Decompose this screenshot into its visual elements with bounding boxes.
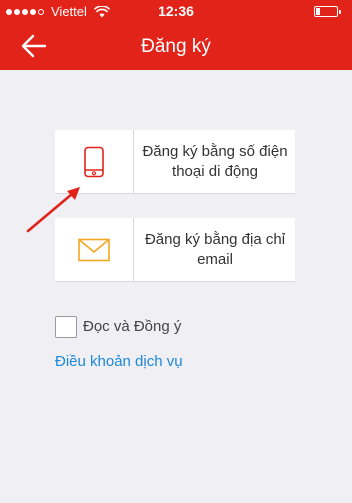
- status-bar: Viettel 12:36: [0, 0, 352, 22]
- envelope-icon: [78, 238, 110, 262]
- terms-of-service-link[interactable]: Điều khoản dịch vụ: [55, 353, 183, 370]
- register-by-phone-label: Đăng ký bằng số điện thoại di động: [142, 143, 288, 180]
- email-icon-cell: [55, 218, 134, 282]
- nav-bar: Đăng ký: [0, 22, 352, 70]
- agree-label: Đọc và Đồng ý: [83, 318, 182, 335]
- register-by-email-label: Đăng ký bằng địa chỉ email: [144, 231, 286, 268]
- status-time: 12:36: [158, 3, 194, 19]
- battery-icon: [314, 6, 341, 17]
- mobile-phone-icon: [84, 146, 104, 178]
- agree-checkbox[interactable]: [55, 316, 77, 338]
- register-by-phone-option[interactable]: Đăng ký bằng số điện thoại di động: [55, 130, 295, 194]
- page-title: Đăng ký: [141, 36, 211, 57]
- register-by-email-option[interactable]: Đăng ký bằng địa chỉ email: [55, 218, 295, 282]
